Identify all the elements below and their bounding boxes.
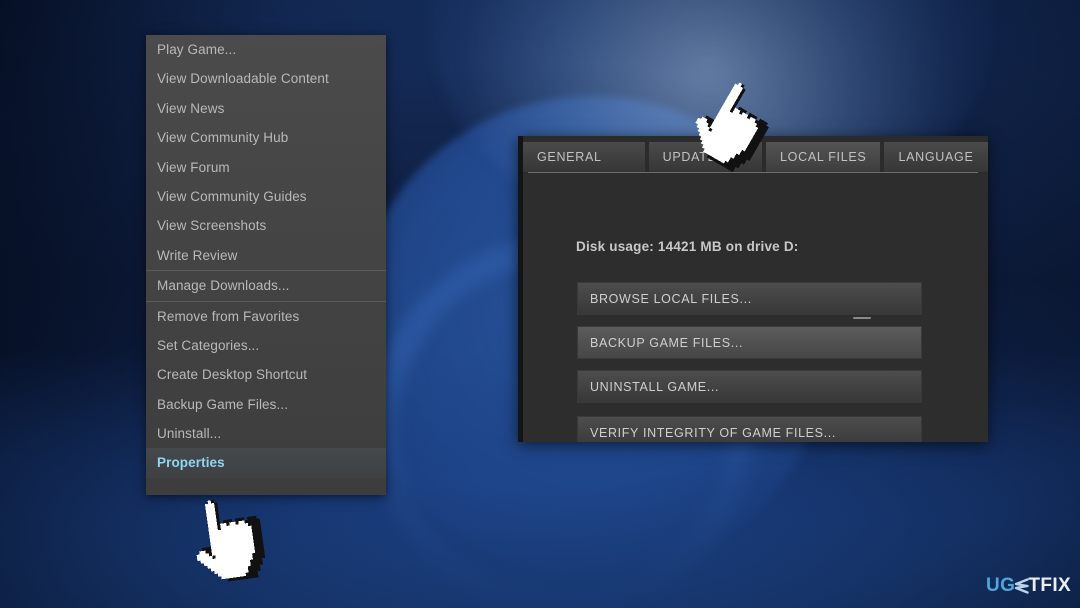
context-menu[interactable]: Play Game... View Downloadable Content V… <box>146 35 386 495</box>
ugetfix-watermark: UG TFIX <box>986 576 1071 595</box>
menu-item-view-dlc[interactable]: View Downloadable Content <box>146 64 386 93</box>
tab-general[interactable]: GENERAL <box>523 142 645 172</box>
properties-panel-body: Disk usage: 14421 MB on drive D: BROWSE … <box>523 173 988 442</box>
watermark-text-ug: UG <box>986 575 1016 596</box>
backup-game-files-button[interactable]: BACKUP GAME FILES... <box>577 326 922 359</box>
menu-item-uninstall[interactable]: Uninstall... <box>146 419 386 448</box>
tab-language[interactable]: LANGUAGE <box>884 142 988 172</box>
game-properties-dialog: GENERAL UPDATES LOCAL FILES LANGUAGE Dis… <box>518 136 988 442</box>
verify-integrity-button[interactable]: VERIFY INTEGRITY OF GAME FILES... <box>577 416 922 442</box>
tab-local-files[interactable]: LOCAL FILES <box>766 142 881 172</box>
menu-item-view-screenshots[interactable]: View Screenshots <box>146 211 386 240</box>
tab-updates[interactable]: UPDATES <box>648 142 763 172</box>
properties-tabstrip: GENERAL UPDATES LOCAL FILES LANGUAGE <box>523 142 988 172</box>
watermark-arrow-icon <box>1014 576 1030 595</box>
menu-item-manage-downloads[interactable]: Manage Downloads... <box>146 270 386 300</box>
uninstall-game-button[interactable]: UNINSTALL GAME... <box>577 370 922 403</box>
disk-usage-label: Disk usage: 14421 MB on drive D: <box>576 239 799 254</box>
menu-item-backup-game-files[interactable]: Backup Game Files... <box>146 390 386 419</box>
button-divider-nub <box>853 317 871 319</box>
screenshot-root: Play Game... View Downloadable Content V… <box>0 0 1080 608</box>
menu-item-view-news[interactable]: View News <box>146 94 386 123</box>
menu-item-view-community-guides[interactable]: View Community Guides <box>146 182 386 211</box>
menu-item-view-community-hub[interactable]: View Community Hub <box>146 123 386 152</box>
menu-item-set-categories[interactable]: Set Categories... <box>146 331 386 360</box>
menu-item-properties[interactable]: Properties <box>146 448 386 478</box>
browse-local-files-button[interactable]: BROWSE LOCAL FILES... <box>577 282 922 315</box>
watermark-text-tfix: TFIX <box>1028 575 1072 596</box>
menu-item-remove-from-favorites[interactable]: Remove from Favorites <box>146 300 386 331</box>
menu-item-play-game[interactable]: Play Game... <box>146 35 386 64</box>
menu-item-write-review[interactable]: Write Review <box>146 241 386 270</box>
context-menu-list: Play Game... View Downloadable Content V… <box>146 35 386 478</box>
menu-item-view-forum[interactable]: View Forum <box>146 153 386 182</box>
menu-item-create-desktop-shortcut[interactable]: Create Desktop Shortcut <box>146 360 386 389</box>
